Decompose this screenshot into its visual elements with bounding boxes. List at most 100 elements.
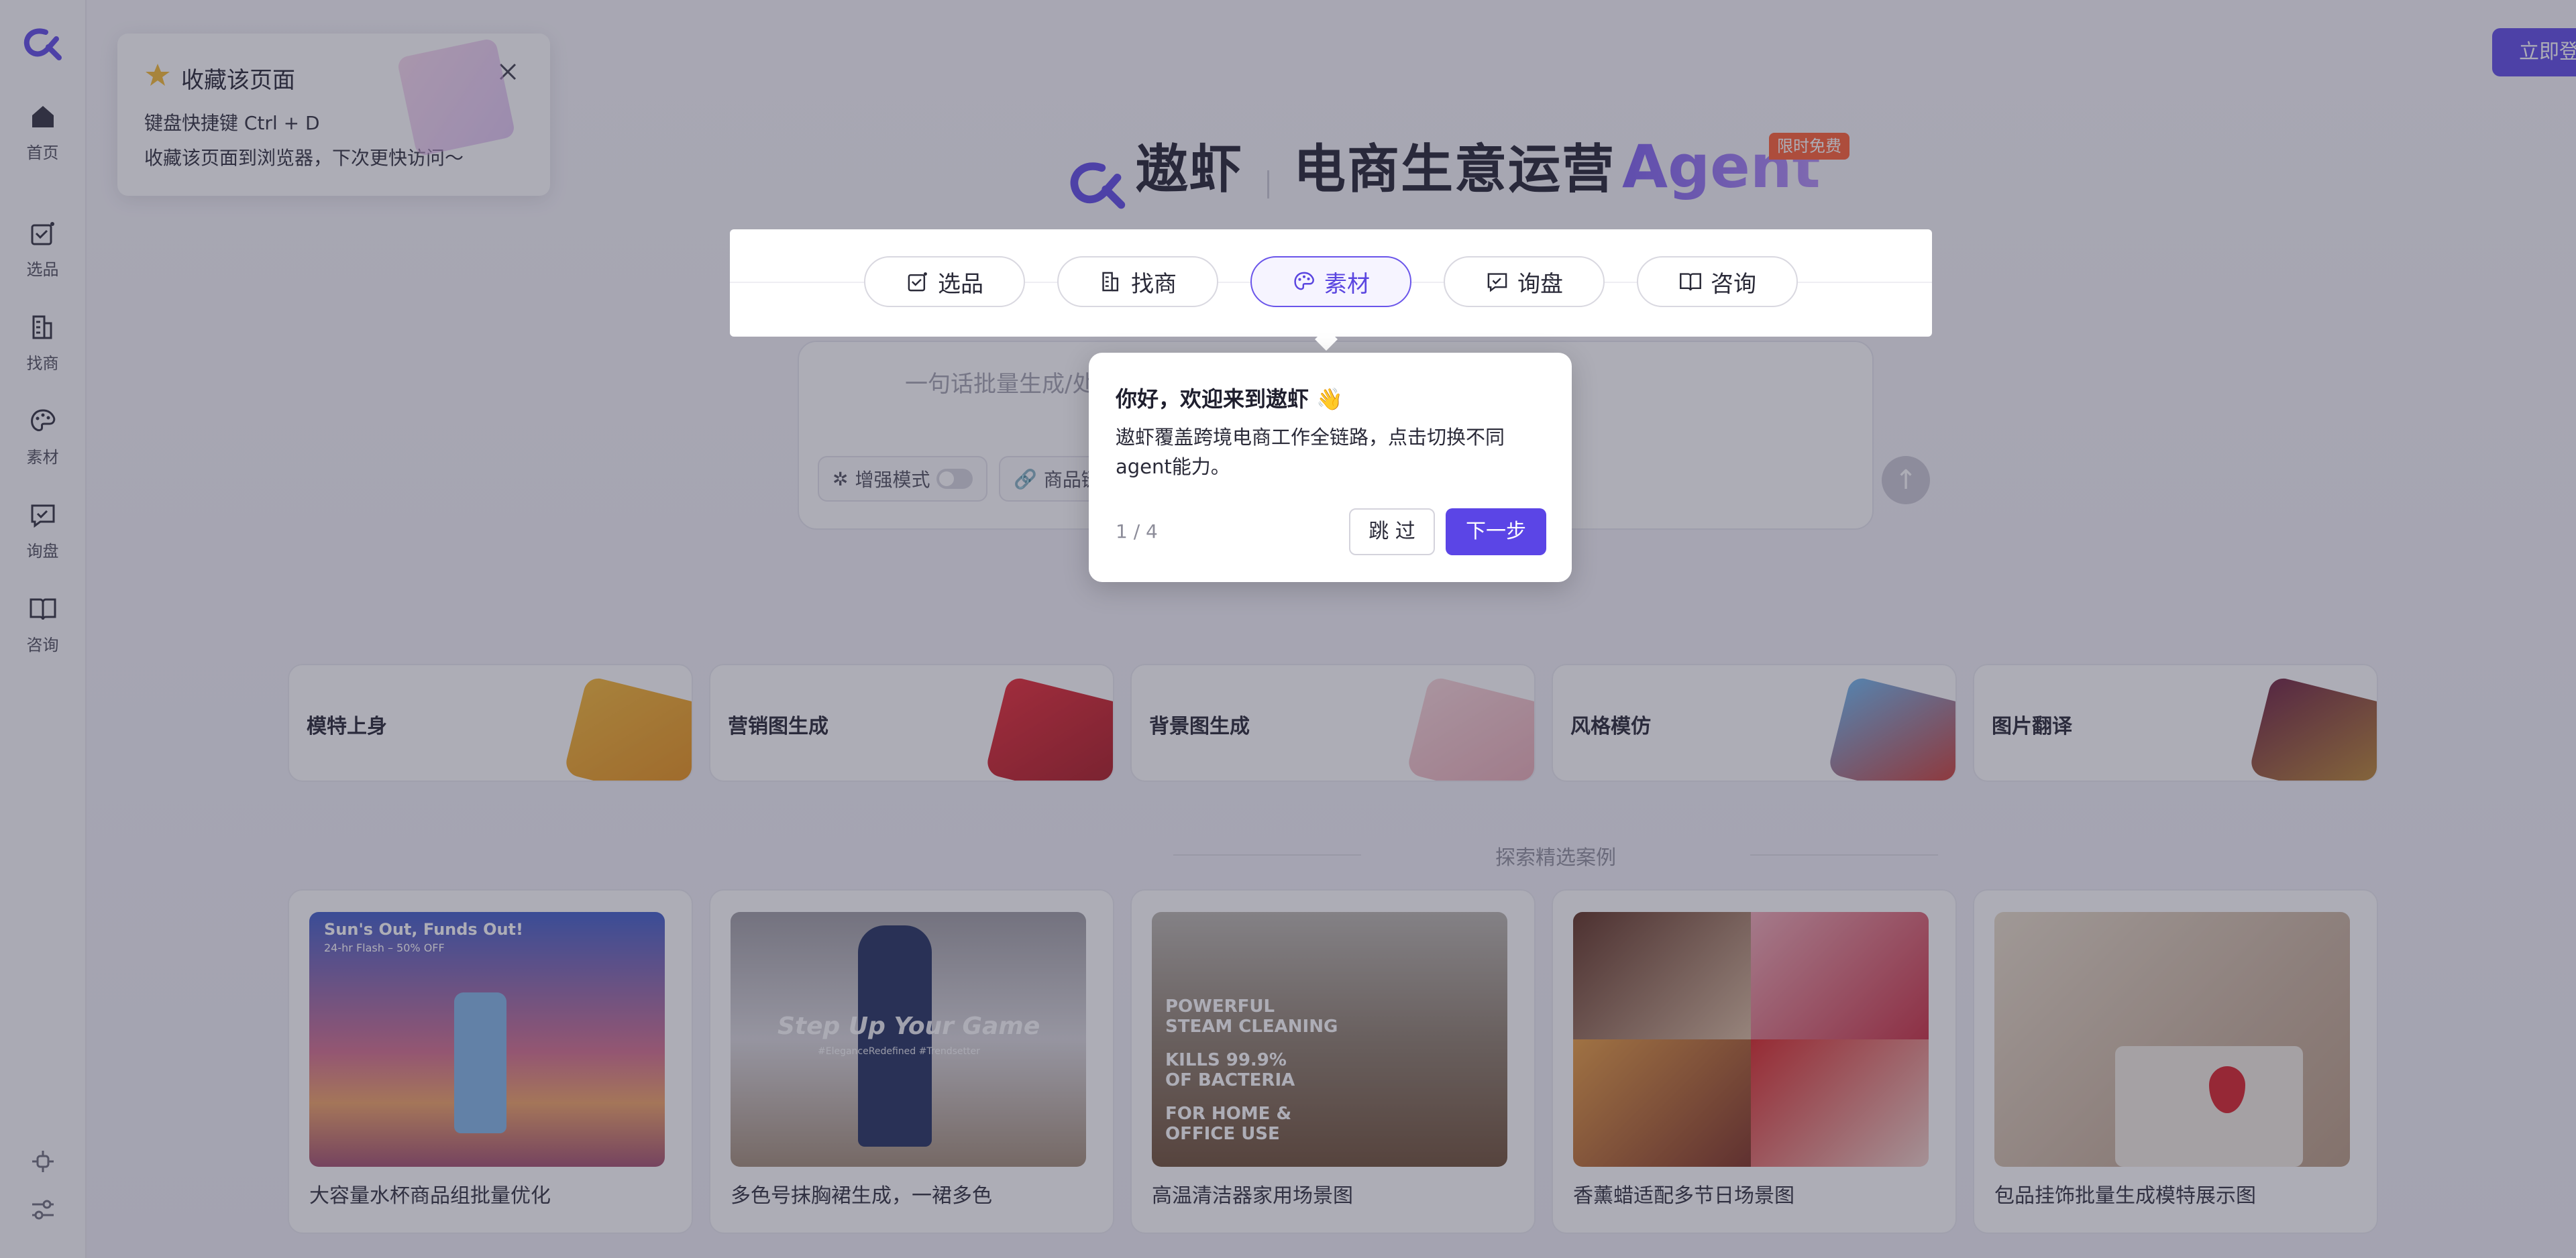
book-icon (30, 598, 56, 620)
free-badge: 限时免费 (1769, 133, 1849, 160)
case-image-text: OF BACTERIA (1165, 1070, 1295, 1090)
send-button[interactable]: ↑ (1882, 456, 1930, 504)
case-image-text: Step Up Your Game (777, 1013, 1040, 1040)
skip-button[interactable]: 跳 过 (1349, 508, 1435, 555)
case-image-text: POWERFUL (1165, 996, 1275, 1017)
section-title: 探索精选案例 (1173, 841, 1938, 870)
folder-illustration (396, 38, 516, 157)
tab-label: 咨询 (1711, 270, 1756, 298)
guide-step-counter: 1 / 4 (1116, 520, 1158, 542)
case-image-tile (1573, 1039, 1751, 1167)
case-image-text: KILLS 99.9% (1165, 1050, 1287, 1070)
case-caption: 香薰蜡适配多节日场景图 (1573, 1184, 1794, 1208)
sidebar-item-inquiry[interactable]: 询盘 (0, 500, 85, 581)
case-card[interactable]: Sun's Out, Funds Out! 24-hr Flash – 50% … (288, 889, 693, 1234)
tumbler-shape (454, 992, 506, 1133)
feature-label: 营销图生成 (728, 715, 828, 738)
feature-label: 背景图生成 (1149, 715, 1250, 738)
book-icon (1680, 273, 1701, 291)
home-icon (32, 106, 54, 127)
case-image-text: 24-hr Flash – 50% OFF (324, 941, 445, 954)
case-image: Sun's Out, Funds Out! 24-hr Flash – 50% … (309, 912, 665, 1167)
bag-shape (2115, 1046, 2303, 1167)
sidebar-item-label: 咨询 (26, 636, 59, 654)
feature-card-marketing-image[interactable]: 营销图生成 (709, 664, 1114, 782)
bookmark-shortcut: 键盘快捷键 Ctrl + D (144, 112, 320, 134)
feature-thumbnail (1827, 675, 1955, 781)
guide-title: 你好，欢迎来到遨虾 👋 (1116, 386, 1343, 412)
sidebar-item-consult[interactable]: 咨询 (0, 594, 85, 675)
case-caption: 高温清洁器家用场景图 (1152, 1184, 1353, 1208)
star-icon (146, 64, 170, 86)
bookmark-title: 收藏该页面 (181, 67, 295, 94)
case-image-text: #EleganceRedefined #Trendsetter (818, 1046, 980, 1057)
tab-label: 素材 (1324, 270, 1370, 298)
login-button[interactable]: 立即登录 (2492, 28, 2576, 76)
sidebar-item-label: 找商 (26, 354, 59, 373)
onboarding-guide-popover: 你好，欢迎来到遨虾 👋 遨虾覆盖跨境电商工作全链路，点击切换不同agent能力。… (1089, 353, 1572, 582)
building-icon (32, 315, 52, 339)
agent-tab-bar: 选品 找商 素材 询盘 咨询 (730, 229, 1932, 337)
header-divider (1267, 170, 1270, 198)
link-icon: 🔗 (1014, 467, 1037, 490)
feature-label: 风格模仿 (1570, 715, 1651, 738)
building-icon (1102, 272, 1119, 292)
aoxia-logo-icon (1070, 162, 1126, 209)
sidebar-item-label: 首页 (26, 144, 59, 162)
sidebar-item-label: 选品 (26, 260, 59, 279)
case-image-text: Sun's Out, Funds Out! (324, 920, 523, 939)
case-image-text: STEAM CLEANING (1165, 1017, 1338, 1037)
tab-select[interactable]: 选品 (864, 256, 1025, 307)
tab-inquiry[interactable]: 询盘 (1444, 256, 1605, 307)
feature-card-image-translate[interactable]: 图片翻译 (1973, 664, 2378, 782)
case-image-tile (1751, 1039, 1929, 1167)
feature-card-model-tryon[interactable]: 模特上身 (288, 664, 693, 782)
sidebar-item-find-supplier[interactable]: 找商 (0, 312, 85, 393)
enhance-mode-label: 增强模式 (855, 469, 930, 491)
tab-label: 找商 (1131, 270, 1177, 298)
bookmark-tip-popup: 收藏该页面 键盘快捷键 Ctrl + D 收藏该页面到浏览器，下次更快访问～ (117, 34, 550, 196)
feature-label: 模特上身 (307, 715, 387, 738)
sidebar-item-select[interactable]: 选品 (0, 219, 85, 299)
case-image: Step Up Your Game #EleganceRedefined #Tr… (731, 912, 1086, 1167)
case-image: POWERFUL STEAM CLEANING KILLS 99.9% OF B… (1152, 912, 1507, 1167)
enhance-icon: ✲ (833, 467, 849, 490)
tab-consult[interactable]: 咨询 (1637, 256, 1798, 307)
feature-card-style-imitation[interactable]: 风格模仿 (1552, 664, 1957, 782)
case-image-text: FOR HOME & (1165, 1104, 1292, 1124)
case-caption: 大容量水杯商品组批量优化 (309, 1184, 551, 1208)
feature-card-background-image[interactable]: 背景图生成 (1130, 664, 1536, 782)
case-card[interactable]: 香薰蜡适配多节日场景图 (1552, 889, 1957, 1234)
case-card[interactable]: Step Up Your Game #EleganceRedefined #Tr… (709, 889, 1114, 1234)
tab-find-supplier[interactable]: 找商 (1057, 256, 1218, 307)
guide-body: 遨虾覆盖跨境电商工作全链路，点击切换不同agent能力。 (1116, 426, 1505, 478)
aoxia-logo-icon[interactable] (23, 27, 64, 60)
sidebar-item-home[interactable]: 首页 (0, 102, 85, 182)
enhance-mode-toggle[interactable] (936, 469, 973, 489)
tab-material[interactable]: 素材 (1250, 256, 1411, 307)
select-product-icon (908, 272, 927, 292)
case-caption: 多色号抹胸裙生成，一裙多色 (731, 1184, 992, 1208)
plugin-icon[interactable] (28, 1147, 58, 1176)
brand-name: 遨虾 (1136, 139, 1244, 200)
enhance-mode-chip[interactable]: ✲ 增强模式 (818, 456, 988, 502)
inquiry-icon (1487, 273, 1507, 292)
case-card[interactable]: POWERFUL STEAM CLEANING KILLS 99.9% OF B… (1130, 889, 1536, 1234)
tab-label: 询盘 (1517, 270, 1563, 298)
settings-sliders-icon[interactable] (28, 1195, 58, 1224)
feature-thumbnail (984, 675, 1113, 781)
palette-icon (1294, 272, 1314, 290)
case-image-tile (1573, 912, 1751, 1039)
tab-label: 选品 (938, 270, 983, 298)
palette-icon (30, 409, 55, 432)
next-step-button[interactable]: 下一步 (1446, 508, 1546, 555)
case-image (1573, 912, 1929, 1167)
feature-thumbnail (2248, 675, 2377, 781)
sidebar-item-material[interactable]: 素材 (0, 406, 85, 487)
case-image (1994, 912, 2350, 1167)
case-card[interactable]: 包品挂饰批量生成模特展示图 (1973, 889, 2378, 1234)
feature-thumbnail (1405, 675, 1534, 781)
header-subtitle: 电商生意运营 (1293, 139, 1616, 200)
case-caption: 包品挂饰批量生成模特展示图 (1994, 1184, 2256, 1208)
inquiry-icon (31, 504, 54, 528)
